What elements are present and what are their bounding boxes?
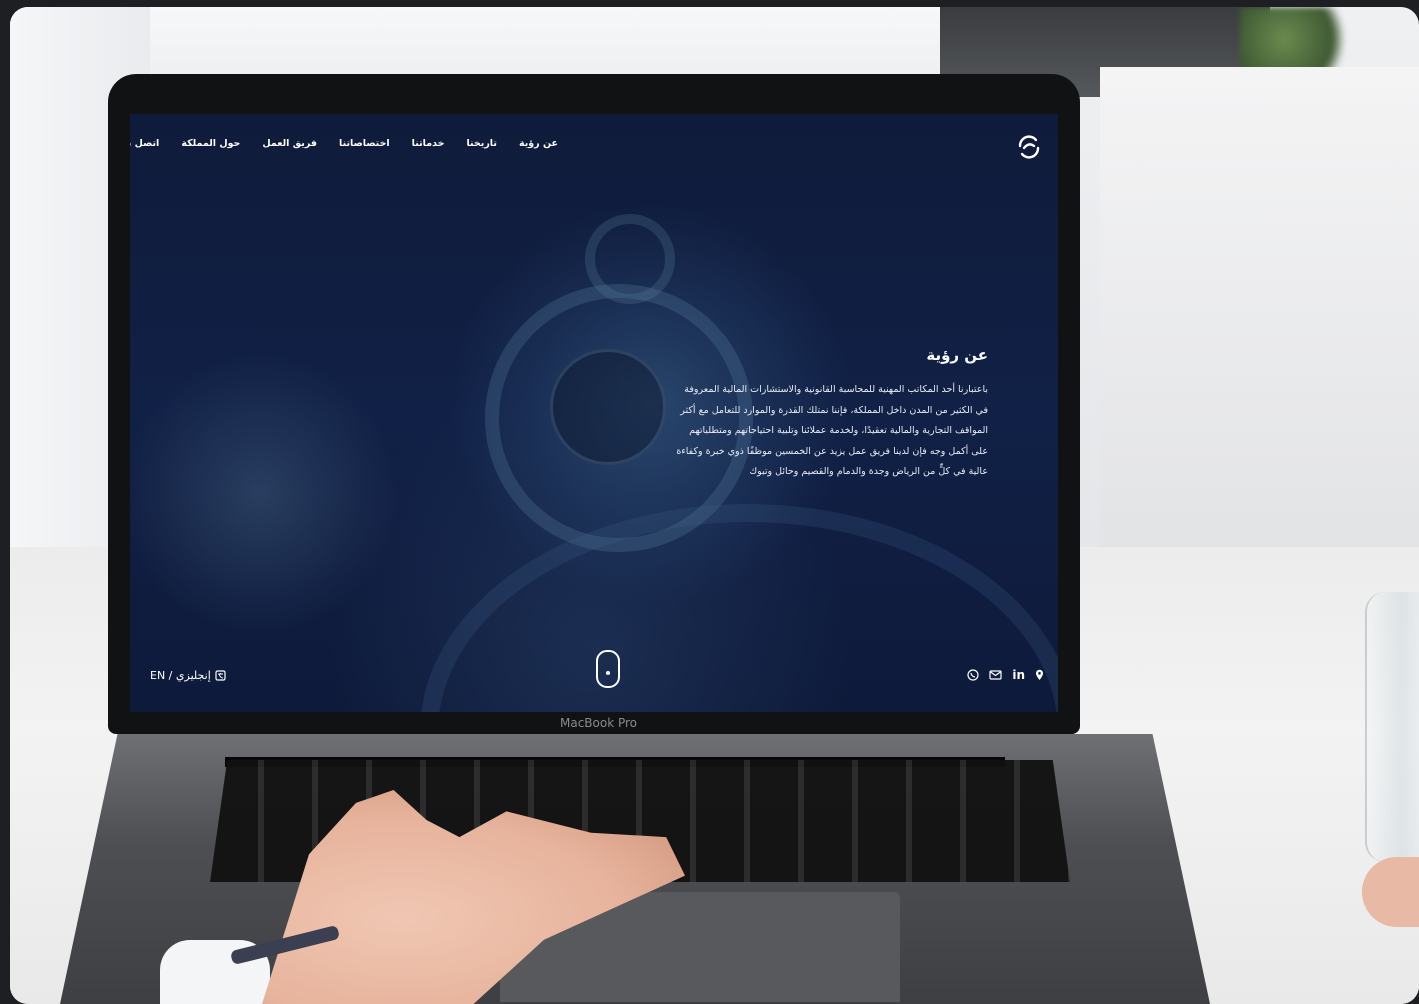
- logo-icon[interactable]: [1014, 132, 1044, 162]
- nav-link-team[interactable]: فريق العمل: [262, 138, 317, 149]
- nav-link-history[interactable]: تاريخنا: [466, 138, 496, 149]
- nav-link-about-kingdom[interactable]: حول المملكة: [181, 138, 240, 149]
- about-text-line-5: عالية في كلٍّ من الرياض وجدة والدمام وال…: [749, 466, 988, 477]
- background-cabinet: [1100, 67, 1419, 557]
- nav-link-about[interactable]: عن رؤية: [519, 138, 558, 149]
- nav-link-contact[interactable]: اتصل بنا: [130, 138, 159, 149]
- scroll-down-icon[interactable]: [596, 650, 620, 688]
- about-text-line-1: باعتبارنا أحد المكاتب المهنية للمحاسبة ا…: [684, 384, 988, 395]
- about-text-line-4: على أكمل وجه فإن لدينا فريق عمل يزيد عن …: [676, 445, 988, 457]
- mail-icon[interactable]: [989, 670, 1002, 680]
- whatsapp-icon[interactable]: [967, 669, 979, 681]
- background-coin: [420, 504, 1058, 712]
- laptop-screen: عن رؤية تاريخنا خدماتنا اختصاصاتنا فريق …: [130, 114, 1058, 712]
- nav-link-specialties[interactable]: اختصاصاتنا: [339, 138, 390, 149]
- linkedin-icon[interactable]: in: [1012, 668, 1025, 682]
- language-label: EN / إنجليزي: [150, 669, 211, 682]
- about-title: عن رؤية: [926, 346, 988, 364]
- nav-link-services[interactable]: خدماتنا: [412, 138, 445, 149]
- nav-links: عن رؤية تاريخنا خدماتنا اختصاصاتنا فريق …: [130, 138, 558, 149]
- top-navigation: عن رؤية تاريخنا خدماتنا اختصاصاتنا فريق …: [130, 114, 1058, 174]
- laptop-brand-label: MacBook Pro: [560, 716, 638, 730]
- language-switch[interactable]: EN / إنجليزي: [150, 669, 226, 682]
- water-glass: [1365, 592, 1419, 862]
- about-text-line-3: المواقف التجارية والمالية تعقيدًا، ولخدم…: [689, 425, 988, 436]
- about-section: عن رؤية باعتبارنا أحد المكاتب المهنية لل…: [588, 346, 988, 483]
- social-links: in: [967, 668, 1044, 682]
- translate-icon: [215, 670, 226, 681]
- about-text-line-2: في الكثير من المدن داخل المملكة، فإننا ن…: [680, 404, 988, 416]
- location-icon[interactable]: [1035, 669, 1044, 681]
